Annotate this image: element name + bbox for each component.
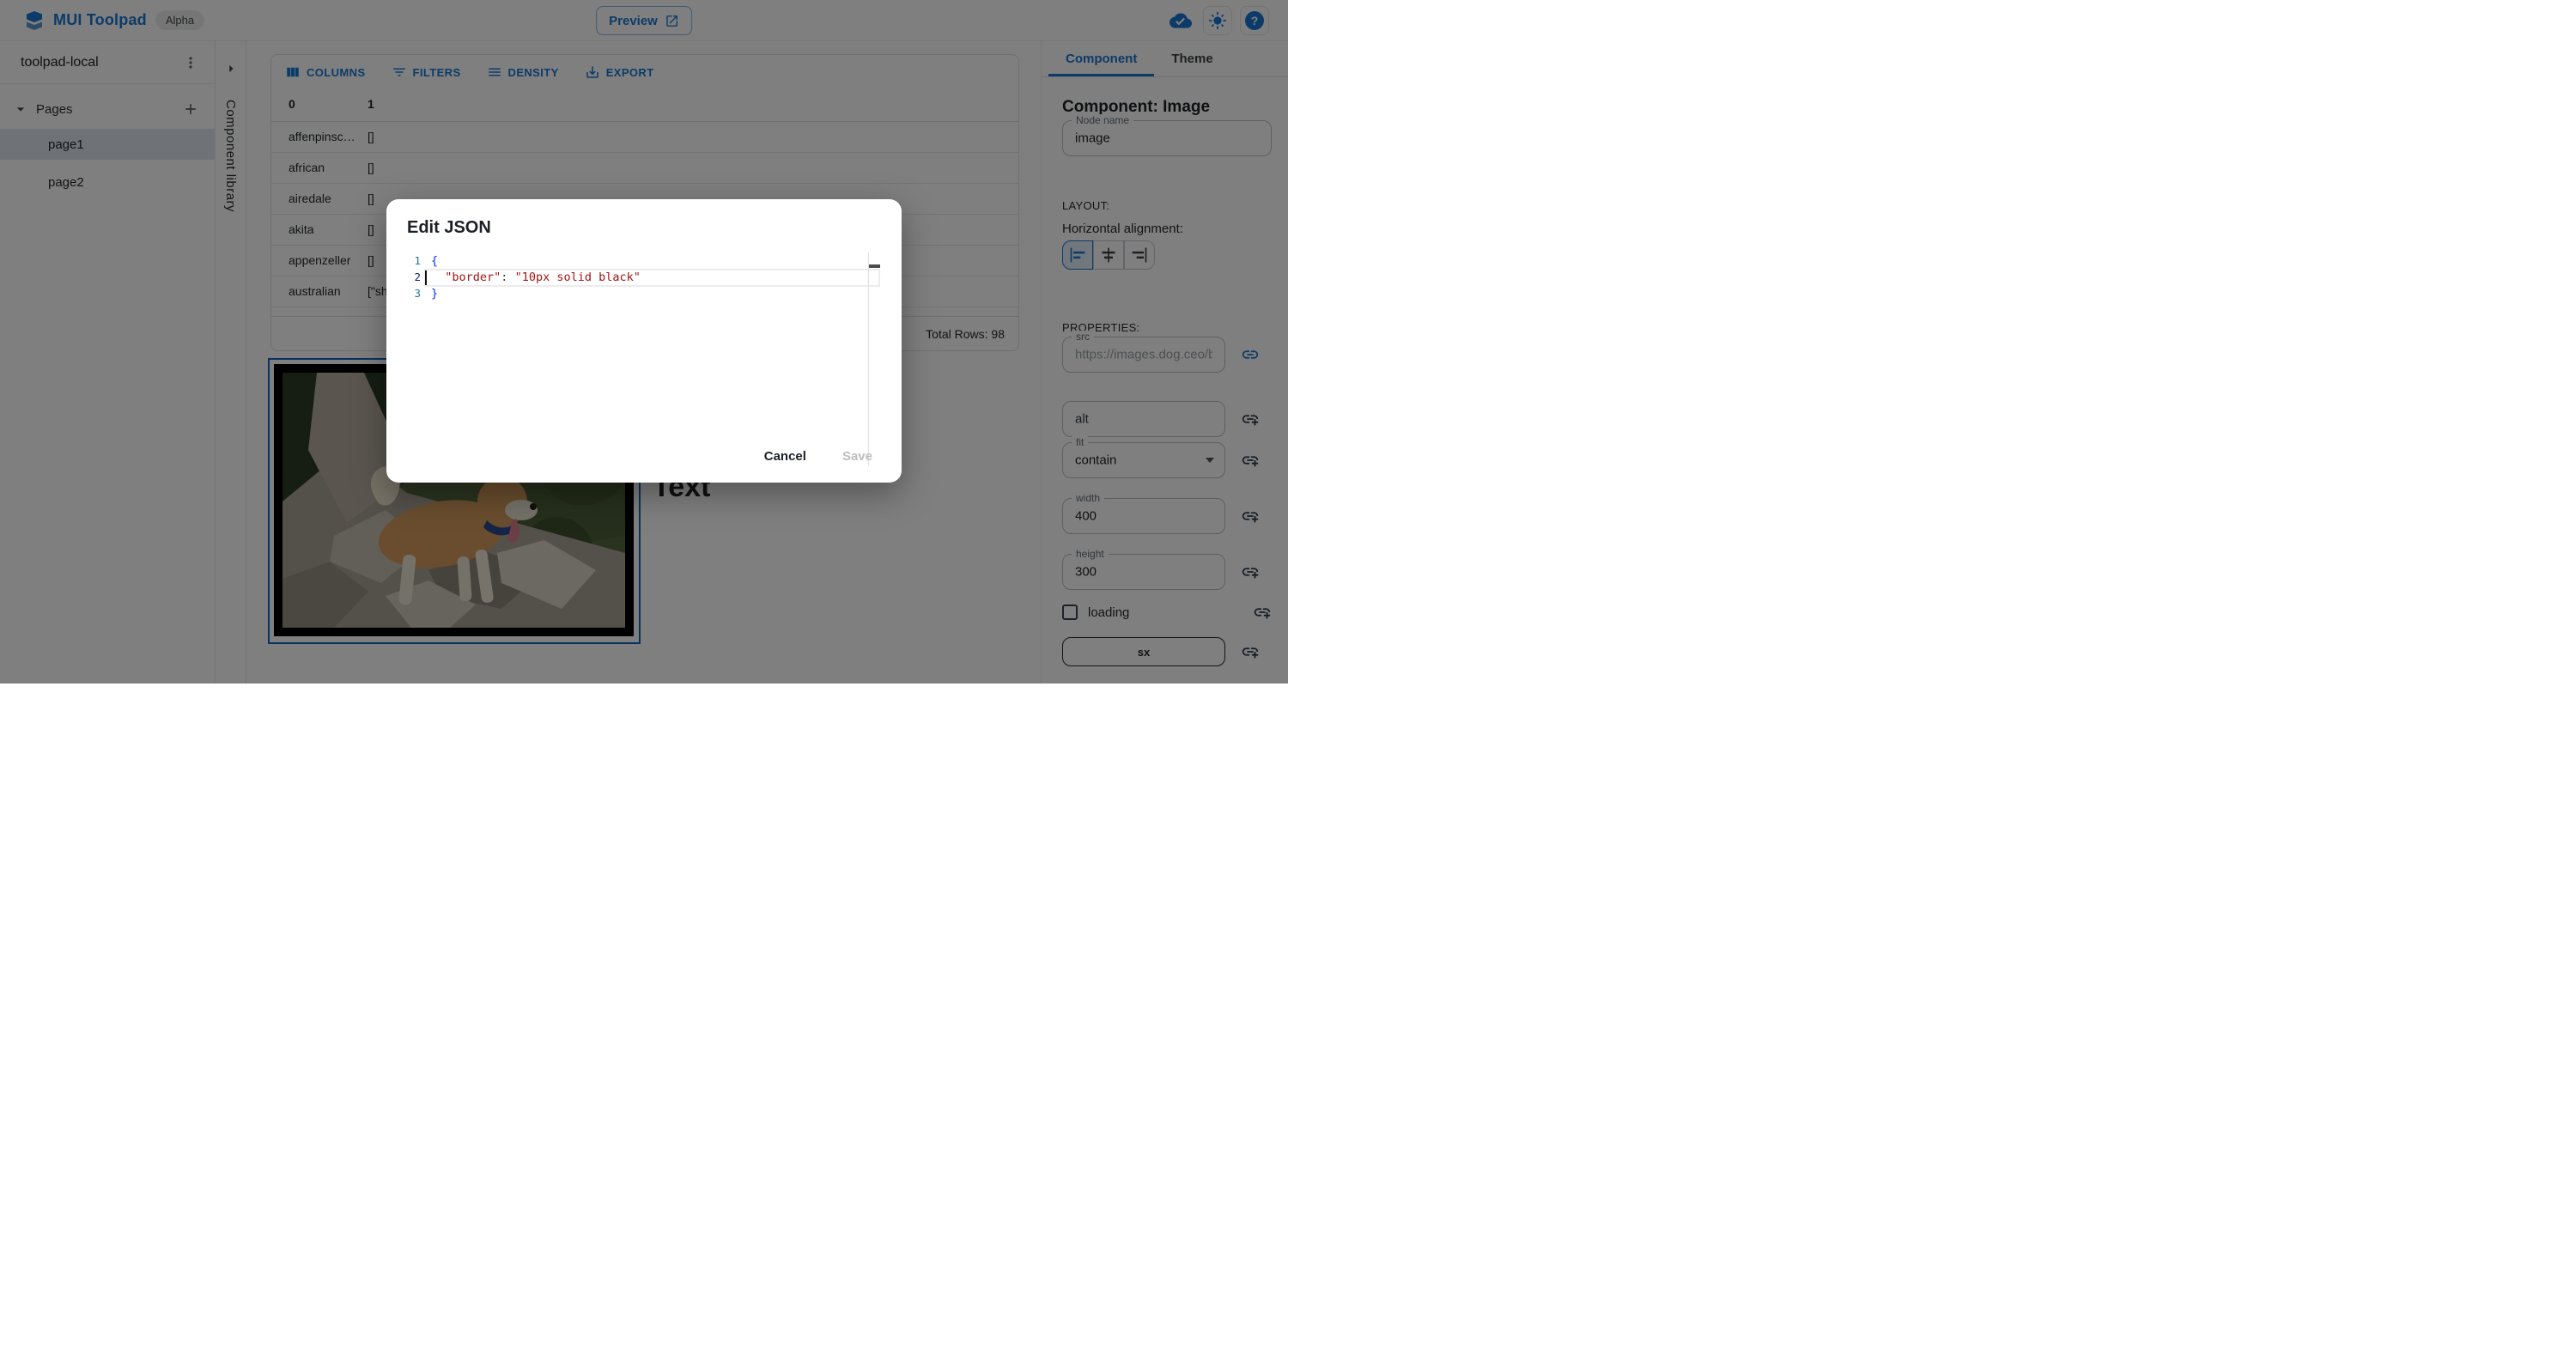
line-number-active: 2: [414, 270, 421, 283]
dialog-actions: Cancel Save: [752, 444, 884, 469]
cancel-button[interactable]: Cancel: [752, 444, 818, 469]
overview-ruler-divider: [868, 252, 869, 465]
save-button[interactable]: Save: [830, 444, 884, 469]
text-cursor: [425, 270, 427, 285]
code-token: }: [431, 286, 439, 301]
toolpad-app: MUI Toolpad Alpha Preview ?: [0, 0, 1288, 684]
json-key: "border": [445, 270, 501, 284]
editor-line-2: 2 "border": "10px solid black": [407, 269, 881, 285]
json-code-editor[interactable]: 1 { 2 "border": "10px solid black" 3 }: [407, 247, 881, 465]
line-number: 1: [414, 254, 421, 267]
edit-json-dialog: Edit JSON 1 { 2 "border": "10px solid bl…: [386, 199, 902, 483]
editor-line-1: 1 {: [407, 252, 881, 269]
json-colon: :: [501, 270, 515, 284]
line-number: 3: [414, 287, 421, 300]
code-token: {: [431, 253, 439, 268]
editor-line-3: 3 }: [407, 285, 881, 301]
overview-cursor-mark: [869, 264, 880, 268]
dialog-title: Edit JSON: [407, 218, 491, 237]
code-token: "border": "10px solid black": [431, 270, 641, 284]
json-value: "10px solid black": [514, 270, 641, 284]
